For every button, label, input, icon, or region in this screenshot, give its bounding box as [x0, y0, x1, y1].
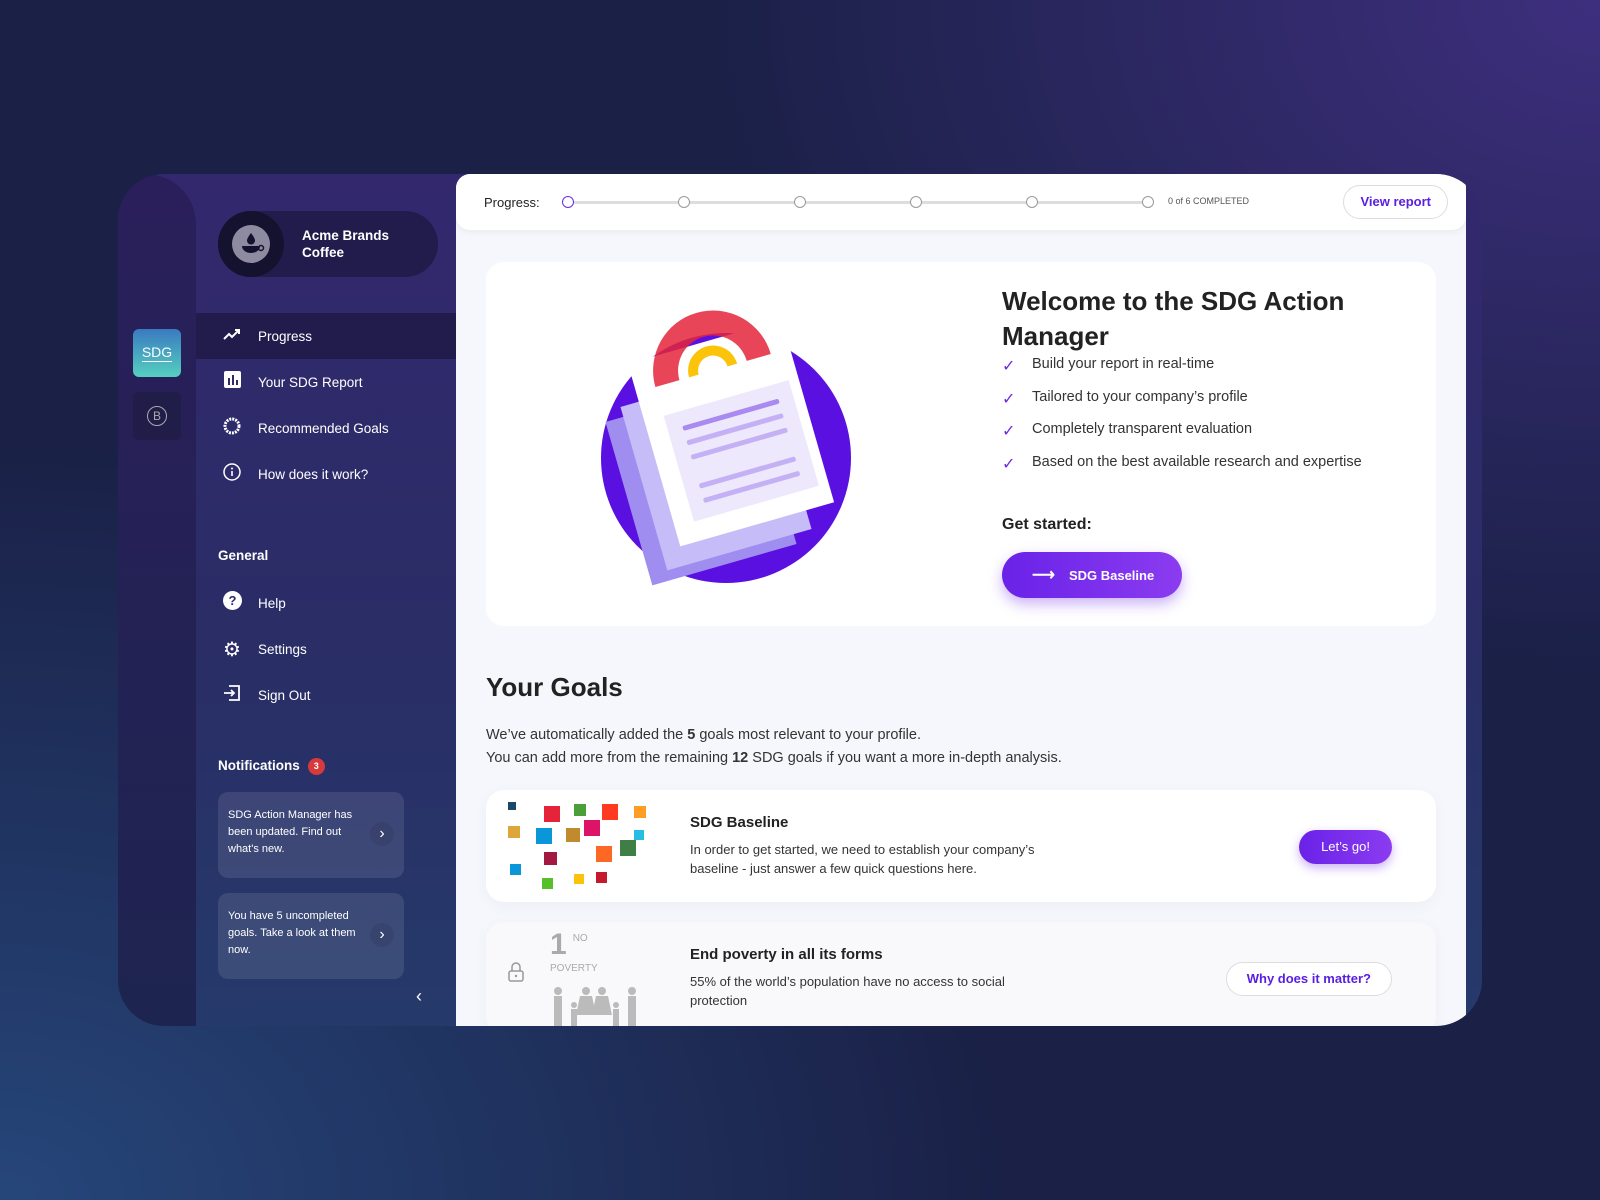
arrow-right-icon: ⟶ — [1032, 567, 1055, 584]
feature-item: ✓ Completely transparent evaluation — [1002, 421, 1253, 440]
goal-title: SDG Baseline — [690, 814, 789, 831]
notification-card[interactable]: You have 5 uncompleted goals. Take a loo… — [218, 893, 404, 979]
progress-step[interactable] — [1026, 196, 1038, 208]
your-goals-heading: Your Goals — [486, 672, 623, 702]
sdg-goal-tile — [508, 802, 516, 810]
organization-name: Acme Brands Coffee — [302, 228, 390, 260]
app-window: SDG B Acme Brands Coffee Progress Your S… — [118, 174, 1482, 1026]
sdg-goal-tile — [634, 830, 644, 840]
welcome-card: Welcome to the SDG Action Manager ✓ Build… — [486, 262, 1436, 626]
sdg-report-illustration — [601, 310, 851, 586]
avatar — [218, 211, 284, 277]
organization-profile[interactable]: Acme Brands Coffee — [218, 211, 438, 277]
sdg-goal-tile — [602, 804, 618, 820]
lets-go-button[interactable]: Let’s go! — [1299, 830, 1392, 864]
sdg-goal-tile — [508, 826, 520, 838]
b-app-button[interactable]: B — [133, 392, 181, 440]
view-report-button[interactable]: View report — [1343, 185, 1448, 219]
help-icon: ? — [222, 591, 242, 615]
progress-step[interactable] — [562, 196, 574, 208]
goal-title: End poverty in all its forms — [690, 946, 883, 963]
sdg-goal-tile — [634, 806, 646, 818]
goal-card-end-poverty[interactable]: 1 NO POVERTY End poverty in all its form… — [486, 922, 1436, 1026]
feature-list: ✓ Build your report in real-time ✓ Tailore… — [1002, 356, 1362, 486]
bar-chart-icon — [222, 371, 242, 393]
sdg-1-no-poverty-badge: 1 NO POVERTY — [550, 928, 640, 1026]
goal-description: In order to get started, we need to esta… — [690, 842, 1035, 876]
app-switcher: SDG B — [118, 174, 196, 1026]
general-heading: General — [218, 548, 269, 563]
sdg-goal-tile — [574, 804, 586, 816]
notification-card[interactable]: SDG Action Manager has been updated. Fin… — [218, 792, 404, 878]
get-started-label: Get started: — [1002, 516, 1092, 533]
sign-out-icon — [222, 684, 242, 707]
sdg-goal-tile — [544, 806, 560, 822]
feature-item: ✓ Tailored to your company’s profile — [1002, 388, 1248, 408]
check-icon: ✓ — [1002, 358, 1016, 375]
family-icon — [554, 987, 636, 1026]
sdg-app-button[interactable]: SDG — [133, 329, 181, 377]
collapse-sidebar-chevron-left-icon[interactable]: ‹ — [416, 986, 422, 1007]
sdg-baseline-button[interactable]: ⟶ SDG Baseline — [1002, 552, 1182, 598]
sdg-goal-tile — [566, 828, 580, 842]
progress-step[interactable] — [910, 196, 922, 208]
sdg-goal-tile — [620, 840, 636, 856]
notification-count-badge: 3 — [307, 758, 325, 775]
why-does-it-matter-button[interactable]: Why does it matter? — [1225, 962, 1392, 996]
coffee-cup-icon — [232, 225, 270, 263]
progress-step[interactable] — [1142, 196, 1154, 208]
feature-item: ✓ Build your report in real-time — [1002, 356, 1215, 375]
lock-icon — [508, 962, 524, 987]
sdg-goal-tile — [574, 874, 584, 884]
progress-bar-header: Progress: 0 of 6 COMPLETED View report — [456, 174, 1466, 230]
check-icon: ✓ — [1002, 423, 1016, 440]
sdg-wheel-icon — [222, 417, 242, 440]
progress-label: Progress: — [484, 194, 540, 210]
welcome-title: Welcome to the SDG Action Manager — [1002, 286, 1345, 351]
sdg-goal-tile — [510, 864, 521, 875]
trending-up-icon — [222, 327, 242, 345]
notifications-heading: Notifications 3 — [218, 758, 325, 775]
progress-track — [562, 196, 1154, 208]
sdg-goal-tile — [542, 878, 553, 889]
sdg-goal-tile — [536, 828, 552, 844]
chevron-right-icon[interactable]: › — [370, 923, 394, 947]
progress-status: 0 of 6 COMPLETED — [1168, 196, 1250, 206]
goals-intro: We’ve automatically added the 5 goals mo… — [486, 727, 1062, 766]
progress-step[interactable] — [678, 196, 690, 208]
sdg-goal-tile — [596, 872, 607, 883]
goal-description: 55% of the world’s population have no ac… — [690, 974, 1005, 1008]
sdg-goal-tile — [544, 852, 557, 865]
progress-step[interactable] — [794, 196, 806, 208]
gear-icon: ⚙ — [223, 638, 241, 661]
info-icon — [222, 462, 242, 486]
sdg-goal-tile — [596, 846, 612, 862]
check-icon: ✓ — [1002, 390, 1016, 408]
svg-text:?: ? — [228, 593, 236, 608]
chevron-right-icon[interactable]: › — [370, 822, 394, 846]
goal-card-sdg-baseline[interactable]: SDG Baseline In order to get started, we… — [486, 790, 1436, 902]
check-icon: ✓ — [1002, 455, 1016, 473]
sdg-goal-tile — [584, 820, 600, 836]
feature-item: ✓ Based on the best available research an… — [1002, 453, 1362, 473]
main-content: Progress: 0 of 6 COMPLETED View report W… — [456, 174, 1466, 1026]
